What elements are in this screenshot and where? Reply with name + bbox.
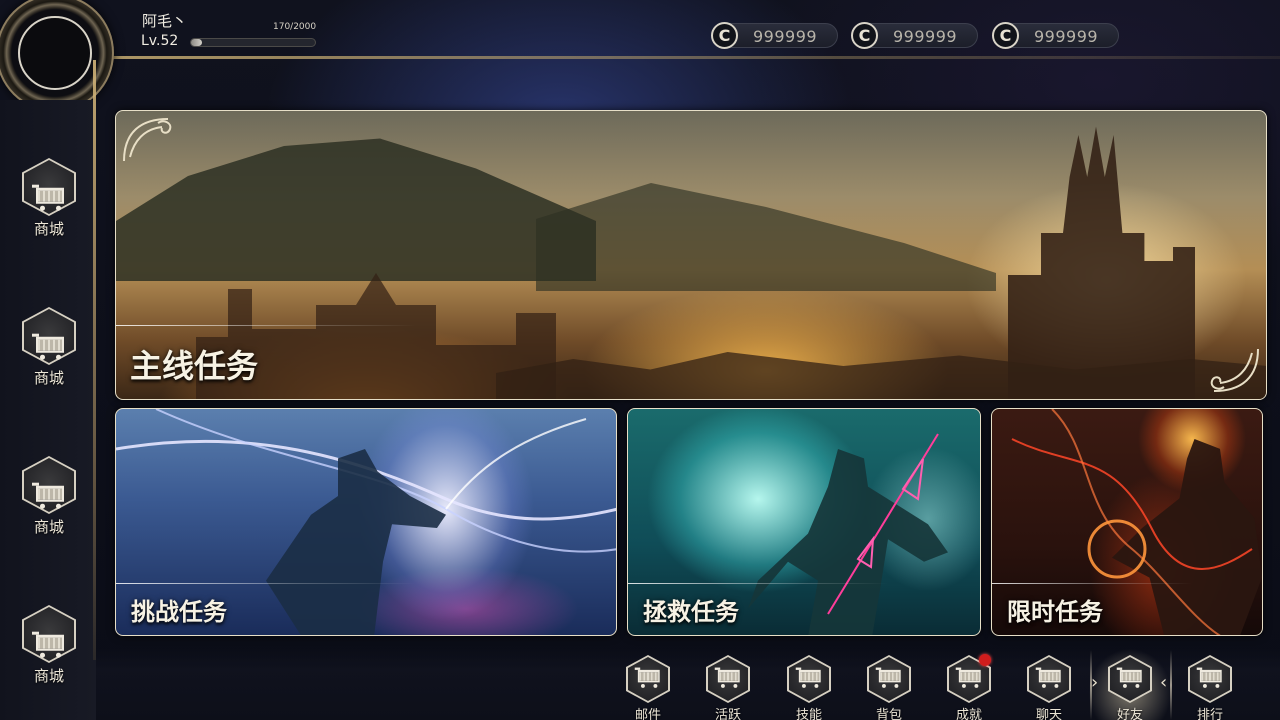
label-divider	[116, 325, 416, 326]
nav-item-ranking[interactable]: 排行	[1185, 655, 1235, 720]
limited-quest-card[interactable]: 限时任务	[991, 408, 1263, 636]
rescue-quest-card[interactable]: 拯救任务	[627, 408, 981, 636]
sidebar-border	[93, 60, 96, 660]
nav-label: 技能	[795, 708, 822, 720]
avatar[interactable]	[18, 16, 92, 90]
currency-slot-1[interactable]: C 999999	[711, 22, 838, 49]
shopping-cart-icon	[875, 667, 903, 688]
limited-quest-label: 限时任务	[1007, 598, 1103, 626]
nav-label: 活跃	[714, 708, 741, 720]
shopping-cart-icon	[795, 667, 823, 688]
shopping-cart-icon	[714, 667, 742, 688]
player-level: Lv.52	[141, 33, 179, 49]
label-divider	[992, 583, 1192, 584]
shopping-cart-icon	[32, 184, 66, 211]
shopping-cart-icon	[1196, 667, 1224, 688]
nav-label: 成就	[955, 708, 982, 720]
shopping-cart-icon	[1035, 667, 1063, 688]
nav-item-mail[interactable]: 邮件	[623, 655, 673, 720]
nav-item-chat[interactable]: 聊天	[1024, 655, 1074, 720]
sidebar-item-shop[interactable]: 商城	[20, 456, 78, 538]
nav-label: 好友	[1116, 708, 1143, 720]
coin-icon: C	[851, 22, 878, 49]
corner-ornament-icon	[123, 118, 172, 162]
currency-amount: 999999	[893, 27, 958, 46]
sidebar-item-label: 商城	[33, 518, 64, 536]
nav-item-skills[interactable]: 技能	[784, 655, 834, 720]
coin-icon: C	[992, 22, 1019, 49]
shopping-cart-icon	[32, 631, 66, 658]
castle-art	[1008, 126, 1195, 399]
nav-item-friends[interactable]: 好友	[1085, 645, 1175, 720]
main-quest-card[interactable]: 主线任务	[115, 110, 1267, 400]
currency-slot-2[interactable]: C 999999	[851, 22, 978, 49]
mountain-art	[536, 183, 996, 291]
shopping-cart-icon	[32, 333, 66, 360]
player-name: 阿毛丶	[142, 12, 188, 30]
exp-text: 170/2000	[273, 22, 317, 32]
notification-badge	[979, 654, 991, 666]
coin-icon: C	[711, 22, 738, 49]
currency-amount: 999999	[753, 27, 818, 46]
nav-item-activity[interactable]: 活跃	[703, 655, 753, 720]
nav-item-backpack[interactable]: 背包	[864, 655, 914, 720]
shopping-cart-icon	[634, 667, 662, 688]
exp-bar	[190, 38, 316, 47]
sidebar-item-shop[interactable]: 商城	[20, 158, 78, 240]
nav-label: 排行	[1196, 708, 1223, 720]
challenge-quest-card[interactable]: 挑战任务	[115, 408, 617, 636]
sidebar-item-shop[interactable]: 商城	[20, 307, 78, 389]
main-quest-label: 主线任务	[130, 347, 259, 385]
label-divider	[628, 583, 888, 584]
sidebar-item-shop[interactable]: 商城	[20, 605, 78, 687]
rescue-quest-label: 拯救任务	[643, 598, 739, 626]
corner-ornament-icon	[1210, 348, 1259, 392]
nav-label: 聊天	[1035, 708, 1062, 720]
exp-bar-fill	[191, 39, 202, 46]
sidebar-item-label: 商城	[33, 220, 64, 238]
label-divider	[116, 583, 416, 584]
magic-arrow-art	[827, 433, 939, 615]
currency-amount: 999999	[1034, 27, 1099, 46]
currency-slot-3[interactable]: C 999999	[992, 22, 1119, 49]
shopping-cart-icon	[955, 667, 983, 688]
header-divider	[110, 56, 1280, 59]
shopping-cart-icon	[1116, 667, 1144, 688]
shopping-cart-icon	[32, 482, 66, 509]
sidebar-item-label: 商城	[33, 369, 64, 387]
nav-label: 邮件	[634, 708, 661, 720]
chevron-left-icon: ‹	[1160, 672, 1168, 693]
mountain-art	[116, 138, 596, 281]
challenge-quest-label: 挑战任务	[131, 598, 227, 626]
nav-divider	[1170, 650, 1172, 720]
nav-item-achievements[interactable]: 成就	[944, 654, 994, 720]
sidebar-item-label: 商城	[33, 667, 64, 685]
nav-label: 背包	[875, 708, 902, 720]
